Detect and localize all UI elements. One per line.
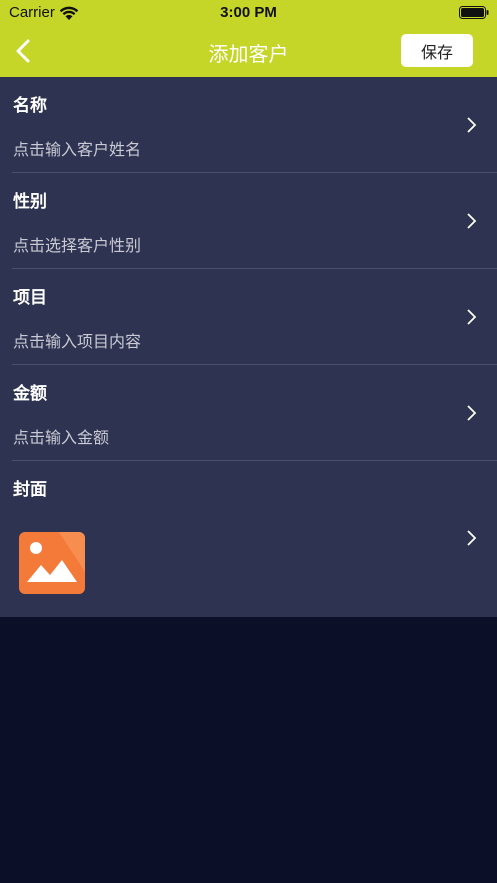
status-time: 3:00 PM — [220, 4, 277, 21]
image-placeholder-icon[interactable] — [19, 532, 85, 594]
project-label: 项目 — [13, 288, 47, 308]
customer-form: 名称 点击输入客户姓名 性别 点击选择客户性别 项目 点击输入项目内容 金额 点… — [0, 77, 497, 617]
amount-row[interactable]: 金额 点击输入金额 — [0, 365, 497, 461]
chevron-right-icon — [467, 530, 477, 546]
cover-label: 封面 — [13, 480, 47, 500]
name-row[interactable]: 名称 点击输入客户姓名 — [0, 77, 497, 173]
name-label: 名称 — [13, 96, 47, 116]
gender-label: 性别 — [13, 192, 47, 212]
amount-input-hint[interactable]: 点击输入金额 — [13, 424, 109, 448]
project-row[interactable]: 项目 点击输入项目内容 — [0, 269, 497, 365]
gender-row[interactable]: 性别 点击选择客户性别 — [0, 173, 497, 269]
status-bar: Carrier 3:00 PM — [0, 0, 497, 26]
battery-icon — [459, 6, 489, 19]
chevron-right-icon — [467, 309, 477, 325]
chevron-right-icon — [467, 213, 477, 229]
name-input-hint[interactable]: 点击输入客户姓名 — [13, 136, 141, 160]
nav-bar: 添加客户 保存 — [0, 26, 497, 77]
project-input-hint[interactable]: 点击输入项目内容 — [13, 328, 141, 352]
chevron-right-icon — [467, 405, 477, 421]
save-button[interactable]: 保存 — [401, 34, 473, 67]
amount-label: 金额 — [13, 384, 47, 404]
chevron-right-icon — [467, 117, 477, 133]
cover-row[interactable]: 封面 — [0, 461, 497, 617]
gender-select-hint[interactable]: 点击选择客户性别 — [13, 232, 141, 256]
